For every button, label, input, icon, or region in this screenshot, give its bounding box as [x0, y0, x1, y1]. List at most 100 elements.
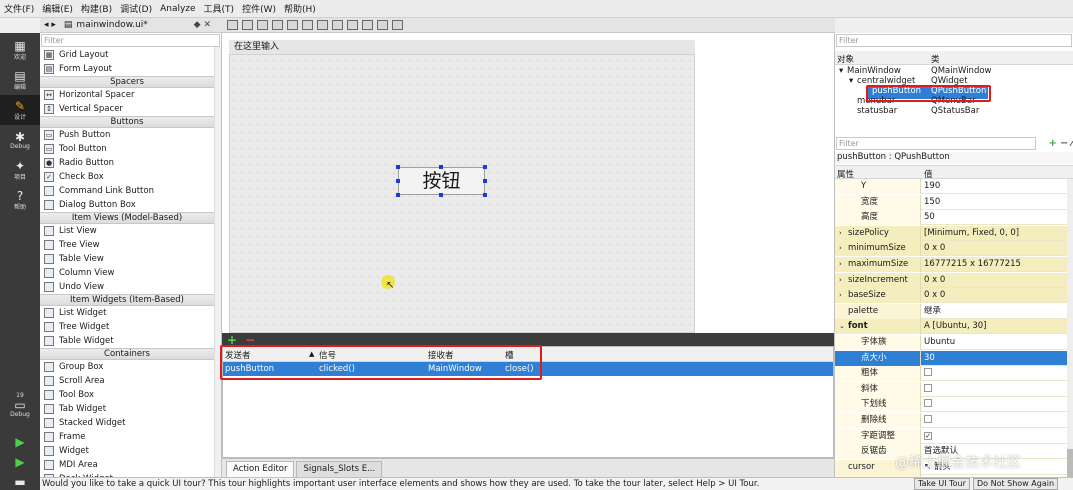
- property-row[interactable]: › maximumSize 16777215 x 16777215: [835, 257, 1073, 272]
- widget-filter-input[interactable]: Filter: [41, 34, 220, 47]
- adjust-size-icon[interactable]: [392, 20, 403, 30]
- expand-arrow-icon[interactable]: ›: [839, 273, 842, 287]
- property-row[interactable]: › minimumSize 0 x 0: [835, 241, 1073, 257]
- property-checkbox[interactable]: [924, 415, 932, 423]
- widget-category[interactable]: Buttons: [40, 116, 214, 128]
- remove-property-icon[interactable]: −: [1060, 138, 1068, 149]
- property-value[interactable]: 16777215 x 16777215: [924, 259, 1021, 269]
- layout-splitter-h-icon[interactable]: [317, 20, 328, 30]
- property-checkbox[interactable]: ✓: [924, 431, 932, 440]
- widget-category[interactable]: Containers: [40, 348, 214, 360]
- bottom-mode-3[interactable]: ▶: [0, 453, 40, 471]
- selection-handle[interactable]: [439, 193, 443, 197]
- selection-handle[interactable]: [439, 165, 443, 169]
- layout-vertical-icon[interactable]: [302, 20, 313, 30]
- layout-splitter-v-icon[interactable]: [332, 20, 343, 30]
- widget-item[interactable]: List Widget: [40, 306, 221, 320]
- layout-form-icon[interactable]: [362, 20, 373, 30]
- object-filter-input[interactable]: Filter: [836, 34, 1072, 47]
- property-value[interactable]: 继承: [924, 306, 941, 316]
- mode-4[interactable]: ✱ Debug: [0, 125, 40, 155]
- property-row[interactable]: 字距调整 ✓: [835, 428, 1073, 444]
- menu-item[interactable]: 文件(F): [4, 2, 34, 15]
- bottom-mode-1[interactable]: 19 ▭ Debug: [0, 385, 40, 425]
- property-row[interactable]: › baseSize 0 x 0: [835, 288, 1073, 304]
- widget-item[interactable]: List View: [40, 224, 221, 238]
- layout-horizontal-icon[interactable]: [287, 20, 298, 30]
- expand-arrow-icon[interactable]: ›: [839, 288, 842, 302]
- property-checkbox[interactable]: [924, 368, 932, 377]
- expand-arrow-icon[interactable]: ⌄: [839, 319, 845, 333]
- bottom-mode-4[interactable]: ▬: [0, 473, 40, 490]
- widget-item[interactable]: Tree Widget: [40, 320, 221, 334]
- layout-grid-icon[interactable]: [347, 20, 358, 30]
- property-value[interactable]: 30: [924, 353, 935, 363]
- form-push-button[interactable]: 按钮: [398, 167, 485, 195]
- property-row[interactable]: 宽度 150: [835, 194, 1073, 210]
- do-not-show-again-button[interactable]: Do Not Show Again: [973, 478, 1058, 490]
- edit-buddies-icon[interactable]: [257, 20, 268, 30]
- property-value[interactable]: [Minimum, Fixed, 0, 0]: [924, 228, 1019, 238]
- property-checkbox[interactable]: [924, 399, 932, 408]
- widget-box-scrollbar[interactable]: [214, 47, 221, 477]
- widget-category[interactable]: Item Widgets (Item-Based): [40, 294, 214, 306]
- property-value[interactable]: A [Ubuntu, 30]: [924, 321, 986, 331]
- selection-handle[interactable]: [483, 165, 487, 169]
- widget-item[interactable]: MDI Area: [40, 458, 221, 472]
- expand-arrow-icon[interactable]: ›: [839, 257, 842, 271]
- widget-category[interactable]: Spacers: [40, 76, 214, 88]
- take-ui-tour-button[interactable]: Take UI Tour: [914, 478, 970, 490]
- property-row[interactable]: ⌄ font A [Ubuntu, 30]: [835, 319, 1073, 335]
- widget-item[interactable]: Stacked Widget: [40, 416, 221, 430]
- property-row[interactable]: 下划线: [835, 397, 1073, 413]
- property-value[interactable]: 50: [924, 212, 935, 222]
- widget-item[interactable]: Tree View: [40, 238, 221, 252]
- widget-item[interactable]: Command Link Button: [40, 184, 221, 198]
- selection-handle[interactable]: [396, 165, 400, 169]
- menu-item[interactable]: 构建(B): [81, 2, 112, 15]
- header-object[interactable]: 对象: [837, 53, 854, 65]
- tab-action-editor[interactable]: Action Editor: [226, 461, 295, 477]
- object-tree-row[interactable]: statusbar QStatusBar: [835, 106, 1073, 117]
- property-value[interactable]: Ubuntu: [924, 337, 955, 347]
- widget-category[interactable]: Item Views (Model-Based): [40, 212, 214, 224]
- widget-item[interactable]: Scroll Area: [40, 374, 221, 388]
- break-layout-icon[interactable]: [377, 20, 388, 30]
- file-tab-name[interactable]: mainwindow.ui*: [76, 20, 147, 30]
- property-value[interactable]: 190: [924, 181, 940, 191]
- property-row[interactable]: 删除线: [835, 413, 1073, 428]
- widget-item[interactable]: Group Box: [40, 360, 221, 374]
- widget-item[interactable]: Undo View: [40, 280, 221, 294]
- nav-arrows-icon[interactable]: ◂ ▸: [44, 20, 56, 30]
- header-class[interactable]: 类: [931, 53, 940, 65]
- menu-item[interactable]: 帮助(H): [284, 2, 316, 15]
- mode-3[interactable]: ✎ 设计: [0, 95, 40, 125]
- property-checkbox[interactable]: [924, 383, 932, 392]
- widget-item[interactable]: Frame: [40, 430, 221, 444]
- widget-item[interactable]: Tool Box: [40, 388, 221, 402]
- menu-item[interactable]: Analyze: [160, 4, 195, 14]
- edit-tab-order-icon[interactable]: [272, 20, 283, 30]
- widget-item[interactable]: ✓ Check Box: [40, 170, 221, 184]
- menu-item[interactable]: 控件(W): [242, 2, 276, 15]
- widget-item[interactable]: Dialog Button Box: [40, 198, 221, 212]
- form-menubar-placeholder[interactable]: 在这里输入: [229, 40, 695, 55]
- widget-item[interactable]: ▦ Grid Layout: [40, 48, 221, 62]
- property-row[interactable]: 高度 50: [835, 210, 1073, 226]
- widget-item[interactable]: ▤ Form Layout: [40, 62, 221, 76]
- expand-arrow-icon[interactable]: ▾: [839, 66, 843, 76]
- close-file-icon[interactable]: ◆ ✕: [194, 20, 211, 30]
- property-filter-input[interactable]: Filter: [836, 137, 1036, 150]
- menu-item[interactable]: 调试(D): [120, 2, 152, 15]
- widget-item[interactable]: Widget: [40, 444, 221, 458]
- scroll-thumb[interactable]: [1067, 449, 1073, 477]
- edit-signals-icon[interactable]: [242, 20, 253, 30]
- edit-widgets-icon[interactable]: [227, 20, 238, 30]
- selection-handle[interactable]: [483, 179, 487, 183]
- bottom-mode-2[interactable]: ▶: [0, 433, 40, 451]
- tab-signals-slots-editor[interactable]: Signals_Slots E...: [296, 461, 383, 477]
- widget-item[interactable]: ↕ Vertical Spacer: [40, 102, 221, 116]
- widget-item[interactable]: ● Radio Button: [40, 156, 221, 170]
- selection-handle[interactable]: [483, 193, 487, 197]
- property-value[interactable]: 0 x 0: [924, 290, 945, 300]
